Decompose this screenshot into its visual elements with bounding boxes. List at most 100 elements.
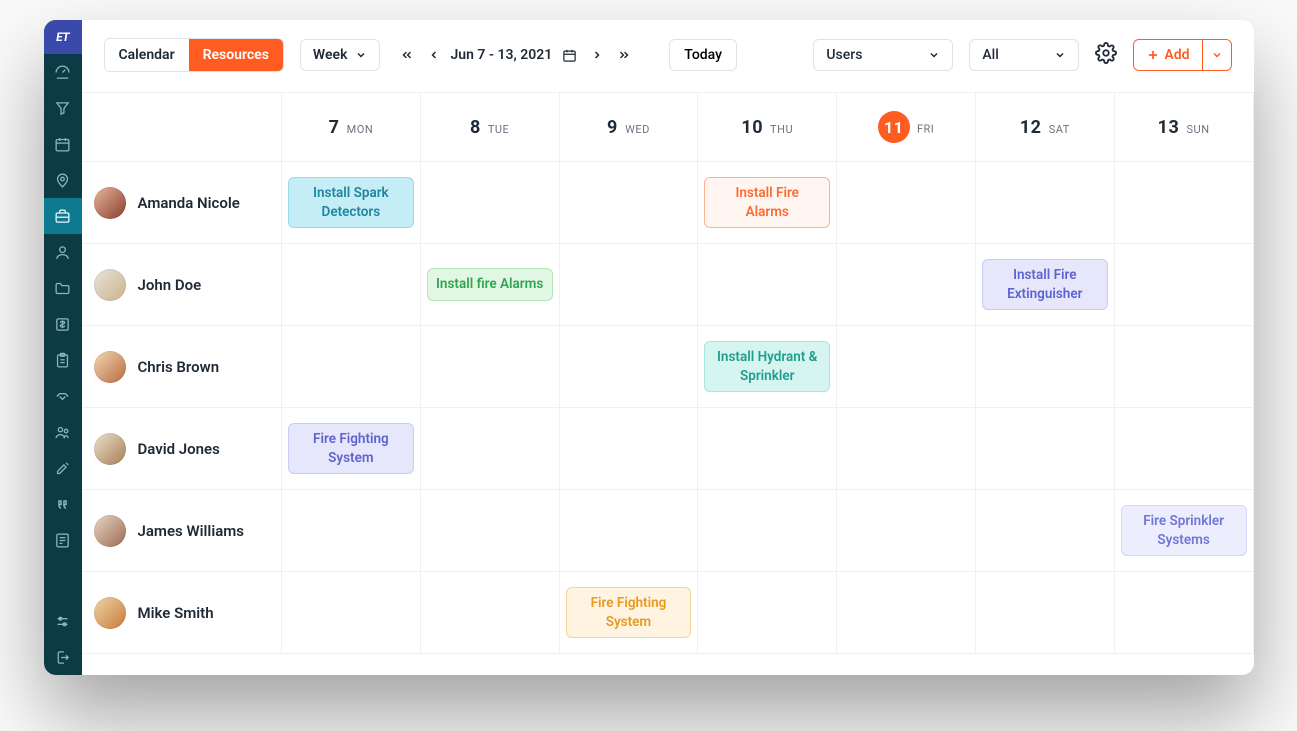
schedule-cell[interactable] <box>559 244 698 326</box>
chevron-down-icon <box>928 49 940 61</box>
sidebar-item-logout[interactable] <box>44 639 82 675</box>
sidebar-item-team[interactable] <box>44 414 82 450</box>
schedule-cell[interactable]: Fire Fighting System <box>282 408 421 490</box>
event-card[interactable]: Install Hydrant & Sprinkler <box>704 341 830 391</box>
schedule-cell[interactable] <box>837 408 976 490</box>
chevron-down-icon <box>1211 49 1223 61</box>
sidebar-item-dollar[interactable] <box>44 306 82 342</box>
funnel-icon <box>54 100 71 117</box>
calendar-picker-button[interactable] <box>558 44 581 67</box>
schedule-cell[interactable] <box>1114 408 1253 490</box>
schedule-cell[interactable]: Fire Sprinkler Systems <box>1114 490 1253 572</box>
sidebar-item-user[interactable] <box>44 234 82 270</box>
schedule-cell[interactable] <box>420 490 559 572</box>
schedule-cell[interactable]: Install Spark Detectors <box>282 162 421 244</box>
logout-icon <box>54 649 71 666</box>
sidebar-item-dashboard[interactable] <box>44 54 82 90</box>
schedule-cell[interactable] <box>975 408 1114 490</box>
schedule-cell[interactable]: Install Hydrant & Sprinkler <box>698 326 837 408</box>
schedule-cell[interactable] <box>1114 162 1253 244</box>
sidebar-item-tools[interactable] <box>44 450 82 486</box>
sidebar-item-calendar[interactable] <box>44 126 82 162</box>
sidebar-item-clipboard[interactable] <box>44 342 82 378</box>
schedule-cell[interactable] <box>837 490 976 572</box>
schedule-cell[interactable] <box>975 326 1114 408</box>
event-card[interactable]: Install Fire Alarms <box>704 177 830 227</box>
date-range-label: Jun 7 - 13, 2021 <box>450 47 552 63</box>
schedule-cell[interactable] <box>698 572 837 654</box>
schedule-cell[interactable]: Install Fire Alarms <box>698 162 837 244</box>
schedule-cell[interactable] <box>698 244 837 326</box>
event-card[interactable]: Fire Sprinkler Systems <box>1121 505 1247 555</box>
schedule-cell[interactable] <box>837 572 976 654</box>
schedule-cell[interactable] <box>420 326 559 408</box>
schedule-cell[interactable] <box>837 244 976 326</box>
resource-row: James Williams Fire Sprinkler Systems <box>82 490 1254 572</box>
resource-name: James Williams <box>138 522 245 540</box>
schedule-cell[interactable] <box>698 408 837 490</box>
view-period-select[interactable]: Week <box>300 39 381 71</box>
add-button[interactable]: Add <box>1134 40 1201 70</box>
schedule-cell[interactable] <box>282 244 421 326</box>
day-number: 8 <box>470 117 481 138</box>
settings-sliders-icon <box>54 613 71 630</box>
prev-fast-button[interactable] <box>396 44 418 66</box>
schedule-cell[interactable] <box>975 572 1114 654</box>
event-card[interactable]: Install Fire Extinguisher <box>982 259 1108 309</box>
schedule-cell[interactable] <box>282 490 421 572</box>
schedule-cell[interactable] <box>559 326 698 408</box>
sidebar-item-report[interactable] <box>44 522 82 558</box>
schedule-cell[interactable] <box>837 162 976 244</box>
schedule-cell[interactable] <box>559 408 698 490</box>
sidebar-item-briefcase[interactable] <box>44 198 82 234</box>
resource-name: Mike Smith <box>138 604 214 622</box>
schedule-cell[interactable] <box>559 162 698 244</box>
prev-button[interactable] <box>424 45 444 65</box>
avatar <box>94 187 126 219</box>
schedule-cell[interactable] <box>837 326 976 408</box>
resource-name: David Jones <box>138 440 220 458</box>
schedule-cell[interactable] <box>975 162 1114 244</box>
sidebar-item-quote[interactable] <box>44 486 82 522</box>
schedule-cell[interactable] <box>420 408 559 490</box>
sidebar-item-funnel[interactable] <box>44 90 82 126</box>
schedule-cell[interactable] <box>1114 572 1253 654</box>
sidebar-item-settings-sliders[interactable] <box>44 603 82 639</box>
next-fast-button[interactable] <box>613 44 635 66</box>
schedule-cell[interactable] <box>559 490 698 572</box>
schedule-cell[interactable] <box>420 572 559 654</box>
schedule-cell[interactable] <box>1114 244 1253 326</box>
filter-users-select[interactable]: Users <box>813 39 953 71</box>
schedule-cell[interactable]: Fire Fighting System <box>559 572 698 654</box>
day-header: 13 SUN <box>1114 93 1253 162</box>
event-card[interactable]: Fire Fighting System <box>566 587 692 637</box>
sidebar-item-folder[interactable] <box>44 270 82 306</box>
sidebar-item-map-pin[interactable] <box>44 162 82 198</box>
schedule-cell[interactable] <box>420 162 559 244</box>
schedule-cell[interactable] <box>975 490 1114 572</box>
schedule-cell[interactable]: Install fire Alarms <box>420 244 559 326</box>
schedule-cell[interactable] <box>698 490 837 572</box>
sidebar-item-handshake[interactable] <box>44 378 82 414</box>
filter-all-select[interactable]: All <box>969 39 1079 71</box>
avatar <box>94 515 126 547</box>
next-button[interactable] <box>587 45 607 65</box>
schedule-cell[interactable] <box>282 572 421 654</box>
schedule-cell[interactable]: Install Fire Extinguisher <box>975 244 1114 326</box>
tab-resources[interactable]: Resources <box>189 39 283 71</box>
folder-icon <box>54 280 71 297</box>
add-dropdown-button[interactable] <box>1202 40 1231 70</box>
event-card[interactable]: Install fire Alarms <box>427 268 553 300</box>
today-button[interactable]: Today <box>669 39 737 71</box>
schedule-cell[interactable] <box>282 326 421 408</box>
day-header: 9 WED <box>559 93 698 162</box>
gear-icon <box>1095 42 1117 64</box>
event-card[interactable]: Install Spark Detectors <box>288 177 414 227</box>
schedule-cell[interactable] <box>1114 326 1253 408</box>
day-header: 10 THU <box>698 93 837 162</box>
tab-calendar[interactable]: Calendar <box>105 39 189 71</box>
user-icon <box>54 244 71 261</box>
quote-icon <box>54 496 71 513</box>
event-card[interactable]: Fire Fighting System <box>288 423 414 473</box>
settings-button[interactable] <box>1095 42 1117 68</box>
